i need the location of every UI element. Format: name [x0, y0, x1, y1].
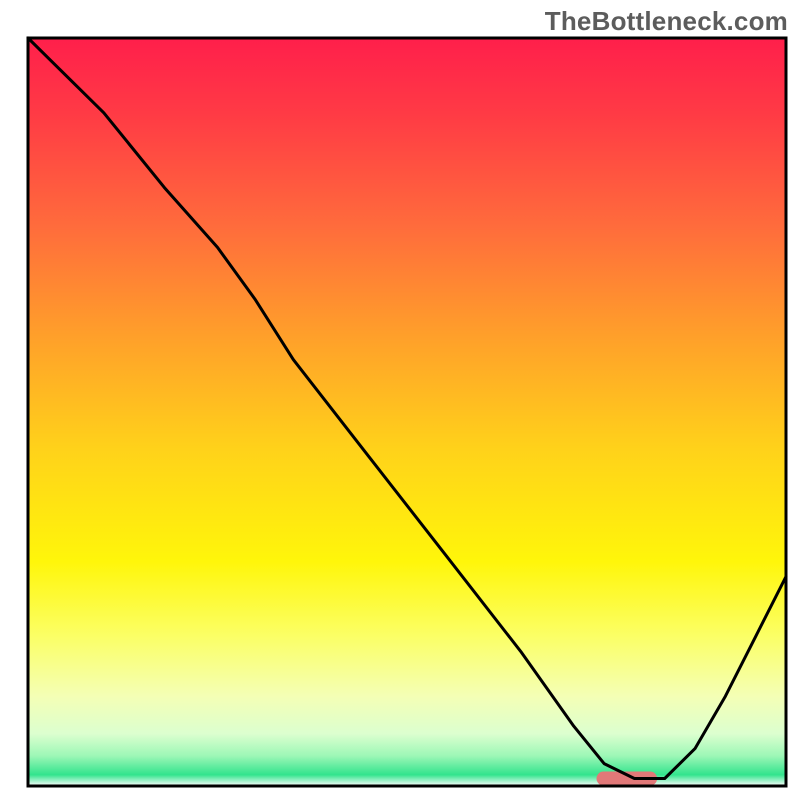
chart-container: TheBottleneck.com [0, 0, 800, 800]
chart-gradient-background [28, 38, 786, 786]
gradient-line-chart [0, 0, 800, 800]
watermark-text: TheBottleneck.com [545, 6, 788, 37]
